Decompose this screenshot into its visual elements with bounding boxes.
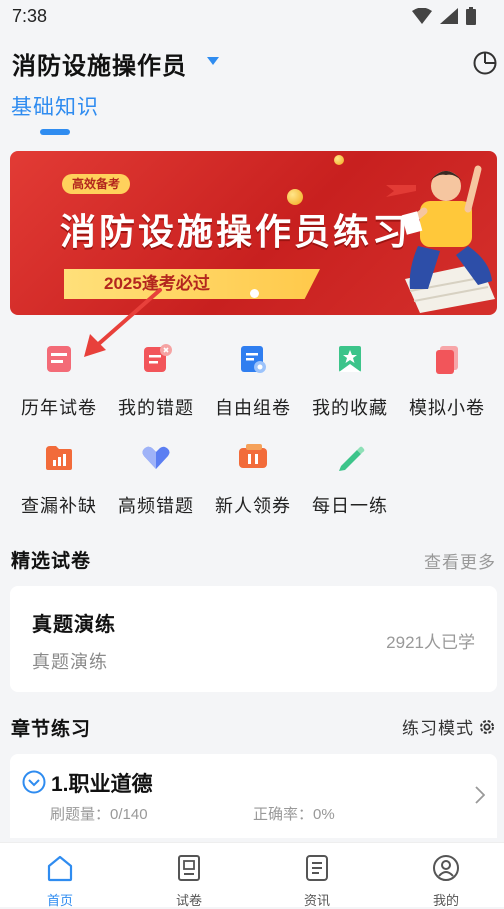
- grid-item[interactable]: 历年试卷: [10, 342, 108, 420]
- paper-learners: 2921人已学: [386, 633, 475, 652]
- nav-label: 首页: [46, 893, 73, 908]
- grid-item-label: 自由组卷: [215, 398, 291, 418]
- nav-label: 资讯: [303, 893, 330, 908]
- practice-mode-label: 练习模式: [402, 719, 474, 738]
- chevron-right-icon[interactable]: [475, 786, 485, 804]
- grid-item[interactable]: 新人领券: [204, 440, 302, 518]
- grid-item-label: 我的收藏: [312, 398, 388, 418]
- status-bar: 7:38: [0, 0, 504, 34]
- carousel-dot: [250, 289, 259, 298]
- nav-label: 我的: [432, 893, 459, 908]
- banner-tag: 高效备考: [62, 174, 131, 194]
- home-icon: [47, 855, 73, 882]
- grid-item-label: 查漏补缺: [21, 496, 97, 516]
- chapters-title: 章节练习: [11, 719, 92, 740]
- expand-chevron-icon[interactable]: [22, 770, 46, 794]
- chevron-down-icon[interactable]: [207, 57, 219, 65]
- grid-item-label: 新人领券: [215, 496, 291, 516]
- grid-item[interactable]: 我的收藏: [301, 342, 399, 420]
- nav-profile[interactable]: 我的: [406, 853, 486, 909]
- wrong-questions-icon: [144, 344, 172, 372]
- coupon-icon: [239, 444, 267, 468]
- grid-item[interactable]: 模拟小卷: [398, 342, 496, 420]
- mock-exam-icon: [436, 346, 458, 374]
- banner-headline: 消防设施操作员练习: [60, 211, 412, 252]
- status-time: 7:38: [12, 6, 48, 26]
- chapter-card[interactable]: 1.职业道德 刷题量：0/140 正确率：0%: [10, 754, 497, 838]
- student-illustration: [386, 165, 495, 313]
- view-more-link[interactable]: 查看更多: [424, 548, 496, 573]
- practice-mode-button[interactable]: 练习模式: [402, 714, 496, 739]
- gear-icon: [480, 719, 494, 734]
- page-title[interactable]: 消防设施操作员: [12, 46, 187, 81]
- chapter-name: 1.职业道德: [51, 773, 153, 796]
- paper-subtitle: 真题演练: [32, 652, 108, 672]
- favorites-icon: [339, 346, 361, 372]
- wifi-icon: [412, 8, 432, 24]
- featured-paper-card[interactable]: 真题演练 真题演练 2921人已学: [10, 586, 497, 692]
- chapter-progress: 刷题量：0/140: [50, 803, 148, 824]
- grid-item-label: 高频错题: [118, 496, 194, 516]
- signal-icon: [440, 8, 458, 24]
- tab-indicator: [40, 129, 70, 135]
- gap-filling-icon: [46, 446, 72, 470]
- nav-news[interactable]: 资讯: [277, 853, 357, 909]
- grid-item[interactable]: 高频错题: [107, 440, 205, 518]
- battery-icon: [466, 7, 476, 25]
- progress-value: 0/140: [110, 806, 148, 823]
- coin-decoration: [334, 155, 344, 165]
- progress-label: 刷题量：: [50, 806, 111, 823]
- tab-basic-knowledge[interactable]: 基础知识: [11, 91, 99, 121]
- papers-icon: [178, 855, 200, 881]
- daily-practice-icon: [339, 446, 365, 471]
- exam-papers-icon: [47, 346, 71, 372]
- grid-item-label: 我的错题: [118, 398, 194, 418]
- grid-item[interactable]: 我的错题: [107, 342, 205, 420]
- paper-title: 真题演练: [32, 614, 116, 636]
- chapter-accuracy: 正确率：0%: [253, 803, 335, 824]
- profile-icon: [433, 855, 459, 881]
- accuracy-value: 0%: [313, 806, 335, 823]
- featured-title: 精选试卷: [11, 551, 92, 572]
- news-icon: [306, 855, 328, 881]
- custom-paper-icon: [241, 346, 266, 373]
- grid-item[interactable]: 查漏补缺: [10, 440, 108, 518]
- grid-item[interactable]: 自由组卷: [204, 342, 302, 420]
- grid-item[interactable]: 每日一练: [301, 440, 399, 518]
- grid-item-label: 模拟小卷: [409, 398, 485, 418]
- nav-home[interactable]: 首页: [20, 853, 100, 909]
- nav-label: 试卷: [175, 893, 202, 908]
- bottom-nav: 首页 试卷 资讯 我的: [0, 842, 504, 909]
- nav-papers[interactable]: 试卷: [149, 853, 229, 909]
- grid-item-label: 每日一练: [312, 496, 388, 516]
- grid-item-label: 历年试卷: [21, 398, 97, 418]
- pie-timer-icon[interactable]: [472, 50, 498, 76]
- accuracy-label: 正确率：: [253, 806, 314, 823]
- frequent-errors-icon: [142, 446, 170, 469]
